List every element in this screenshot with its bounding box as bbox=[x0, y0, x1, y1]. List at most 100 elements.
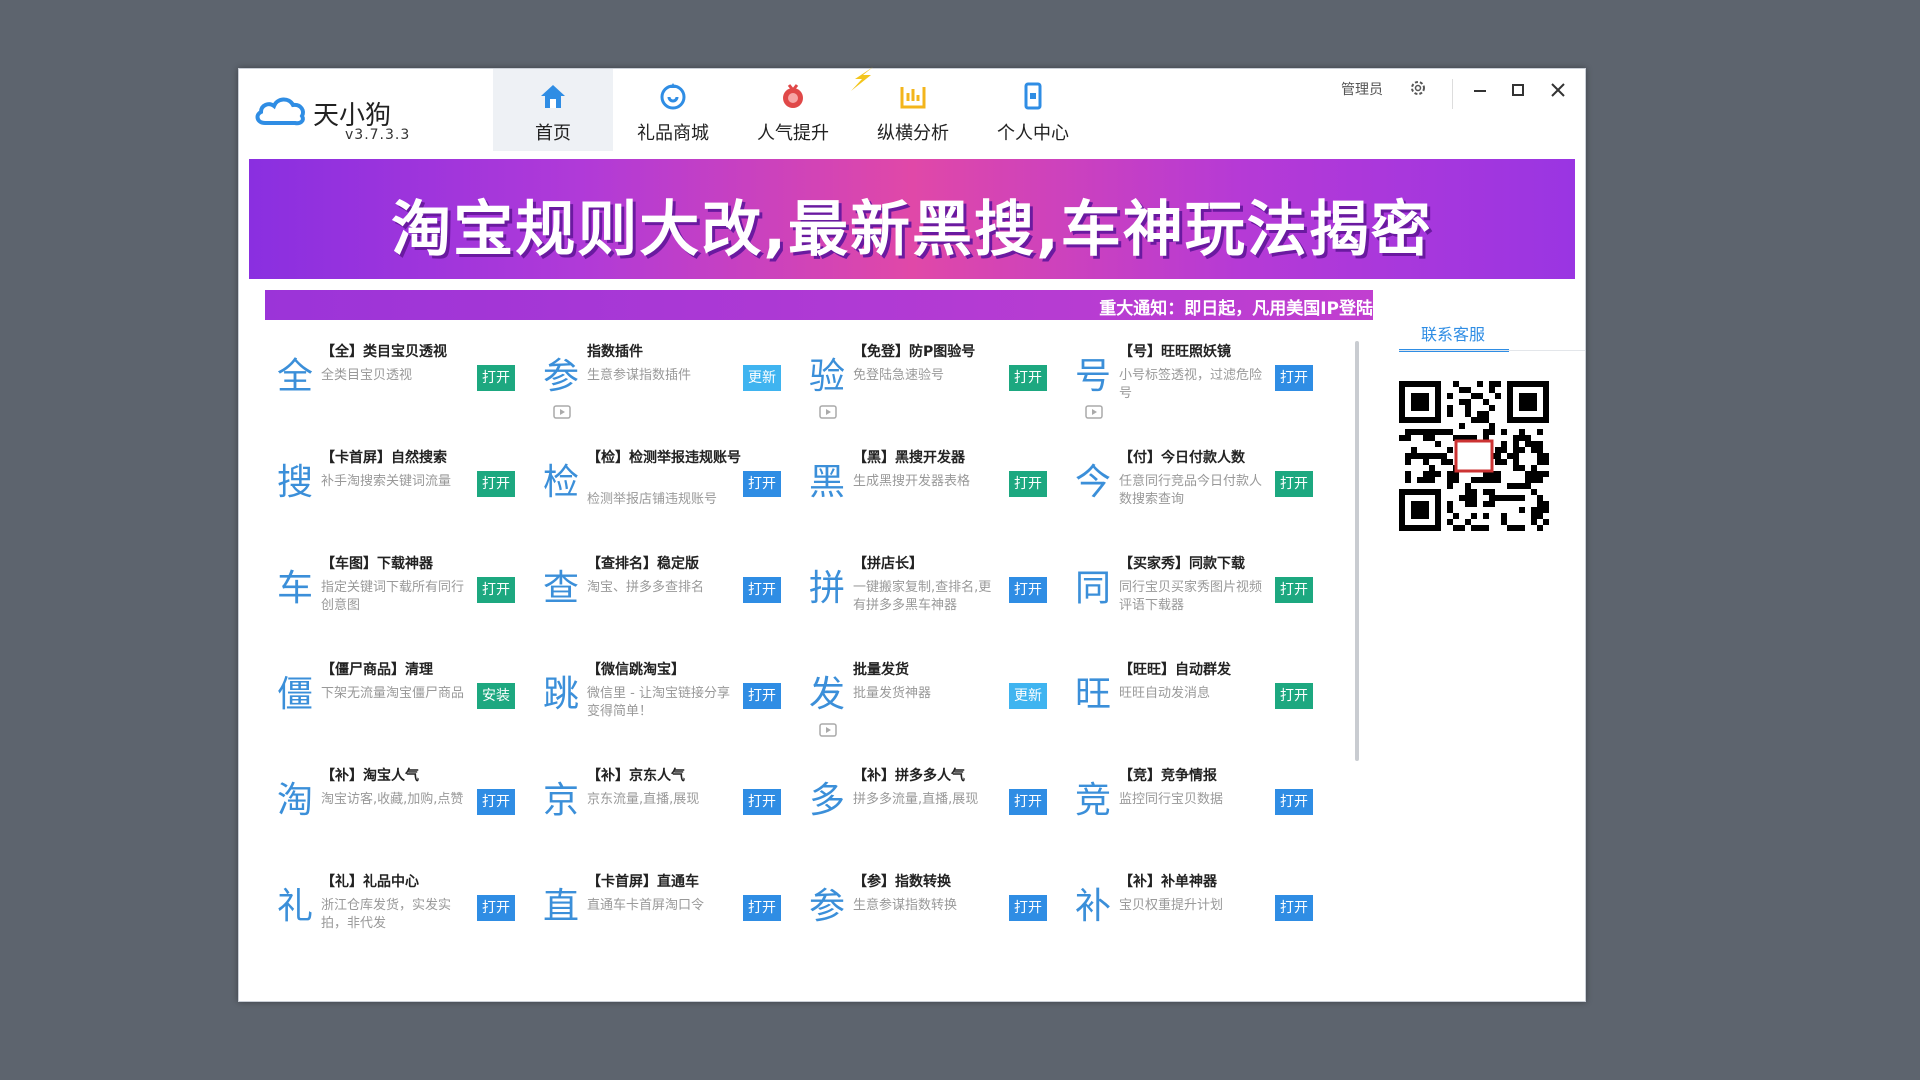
nav-personal-center[interactable]: 个人中心 bbox=[973, 69, 1093, 151]
tool-grid: 全【全】类目宝贝透视 全类目宝贝透视 打开参指数插件 生意参谋指数插件 更新验【免登】防… bbox=[265, 333, 1373, 951]
tool-description: 生意参谋指数转换 bbox=[853, 898, 958, 913]
nav-home[interactable]: 首页 bbox=[493, 69, 613, 151]
tool-action-button[interactable]: 打开 bbox=[743, 789, 781, 815]
tool-title: 【礼】礼品中心 bbox=[321, 874, 419, 890]
tool-action-button[interactable]: 打开 bbox=[743, 577, 781, 603]
tool-glyph: 淘 bbox=[277, 780, 314, 821]
tool-action-button[interactable]: 打开 bbox=[477, 471, 515, 497]
tool-card: 竞【竞】竞争情报 监控同行宝贝数据 打开 bbox=[1063, 757, 1327, 857]
close-button[interactable] bbox=[1547, 81, 1569, 103]
tool-title: 【黑】黑搜开发器 bbox=[853, 450, 965, 466]
tool-action-button[interactable]: 打开 bbox=[743, 471, 781, 497]
tool-card: 补【补】补单神器 宝贝权重提升计划 打开 bbox=[1063, 863, 1327, 951]
tool-description: 宝贝权重提升计划 bbox=[1119, 898, 1224, 913]
tool-action-button[interactable]: 打开 bbox=[1009, 895, 1047, 921]
scrollbar[interactable] bbox=[1355, 341, 1359, 761]
qr-code bbox=[1399, 381, 1549, 531]
tool-title: 【僵尸商品】清理 bbox=[321, 662, 433, 678]
tool-description: 全类目宝贝透视 bbox=[321, 368, 413, 383]
tool-action-button[interactable]: 打开 bbox=[1275, 683, 1313, 709]
tool-card: 检【检】检测举报违规账号 检测举报店铺违规账号 打开 bbox=[531, 439, 795, 539]
nav-label: 首页 bbox=[535, 123, 571, 144]
video-icon[interactable] bbox=[819, 723, 837, 737]
tool-title: 【车图】下载神器 bbox=[321, 556, 433, 572]
tool-glyph: 僵 bbox=[277, 674, 314, 715]
tool-glyph: 直 bbox=[543, 886, 580, 927]
tool-glyph: 查 bbox=[543, 568, 580, 609]
tool-title: 【补】京东人气 bbox=[587, 768, 685, 784]
video-icon[interactable] bbox=[1085, 405, 1103, 419]
tool-action-button[interactable]: 打开 bbox=[477, 577, 515, 603]
tool-description: 指定关键词下载所有同行创意图 bbox=[321, 580, 465, 613]
tool-glyph: 车 bbox=[277, 568, 314, 609]
tool-action-button[interactable]: 打开 bbox=[1275, 895, 1313, 921]
tool-description: 旺旺自动发消息 bbox=[1119, 686, 1211, 701]
minimize-button[interactable] bbox=[1469, 81, 1491, 103]
tool-action-button[interactable]: 打开 bbox=[743, 683, 781, 709]
tool-action-button[interactable]: 打开 bbox=[1009, 789, 1047, 815]
admin-label[interactable]: 管理员 bbox=[1341, 79, 1383, 99]
nav-popularity[interactable]: 人气提升 bbox=[733, 69, 853, 151]
tool-title: 【拼店长】 bbox=[853, 556, 923, 572]
tool-glyph: 检 bbox=[543, 462, 580, 503]
tool-card: 参指数插件 生意参谋指数插件 更新 bbox=[531, 333, 795, 433]
tool-card: 礼【礼】礼品中心 浙江仓库发货，实发实拍，非代发 打开 bbox=[265, 863, 529, 951]
tool-glyph: 参 bbox=[809, 886, 846, 927]
tool-action-button[interactable]: 打开 bbox=[1009, 365, 1047, 391]
header: 天小狗 v3.7.3.3 首页 礼品商城 人气提升 纵横分析 个人中心 管理员 bbox=[239, 67, 1585, 159]
tool-card: 参【参】指数转换 生意参谋指数转换 打开 bbox=[797, 863, 1061, 951]
tool-glyph: 搜 bbox=[277, 462, 314, 503]
tool-title: 【补】淘宝人气 bbox=[321, 768, 419, 784]
tool-action-button[interactable]: 打开 bbox=[1275, 789, 1313, 815]
tool-action-button[interactable]: 打开 bbox=[743, 895, 781, 921]
nav-analysis[interactable]: 纵横分析 bbox=[851, 67, 973, 151]
tool-title: 【参】指数转换 bbox=[853, 874, 951, 890]
tool-card: 僵【僵尸商品】清理下架无流量淘宝僵尸商品 安装 bbox=[265, 651, 529, 751]
tool-card: 验【免登】防P图验号 免登陆急速验号 打开 bbox=[797, 333, 1061, 433]
promo-banner[interactable]: 淘宝规则大改,最新黑搜,车神玩法揭密 bbox=[249, 159, 1575, 279]
tool-description: 京东流量,直播,展现 bbox=[587, 792, 700, 807]
tool-description: 下架无流量淘宝僵尸商品 bbox=[321, 686, 465, 701]
tool-card: 京【补】京东人气 京东流量,直播,展现 打开 bbox=[531, 757, 795, 857]
tool-action-button[interactable]: 更新 bbox=[743, 365, 781, 391]
minimize-icon bbox=[1474, 90, 1486, 92]
tool-glyph: 参 bbox=[543, 356, 580, 397]
nav-gift-mall[interactable]: 礼品商城 bbox=[613, 69, 733, 151]
nav-label: 人气提升 bbox=[757, 123, 829, 144]
tool-description: 监控同行宝贝数据 bbox=[1119, 792, 1224, 807]
tool-action-button[interactable]: 打开 bbox=[477, 895, 515, 921]
tool-description: 生成黑搜开发器表格 bbox=[853, 474, 971, 489]
tool-description: 拼多多流量,直播,展现 bbox=[853, 792, 979, 807]
tool-card: 直【卡首屏】直通车 直通车卡首屏淘口令 打开 bbox=[531, 863, 795, 951]
tool-action-button[interactable]: 打开 bbox=[477, 365, 515, 391]
tool-card: 车【车图】下载神器指定关键词下载所有同行创意图 打开 bbox=[265, 545, 529, 645]
tool-action-button[interactable]: 打开 bbox=[1275, 577, 1313, 603]
tool-action-button[interactable]: 打开 bbox=[1009, 471, 1047, 497]
app-version: v3.7.3.3 bbox=[345, 127, 411, 143]
tool-title: 【检】检测举报违规账号 bbox=[587, 450, 741, 466]
tool-card: 今【付】今日付款人数 任意同行竞品今日付款人数搜索查询 打开 bbox=[1063, 439, 1327, 539]
maximize-button[interactable] bbox=[1507, 81, 1529, 103]
tool-action-button[interactable]: 更新 bbox=[1009, 683, 1047, 709]
nav-label: 纵横分析 bbox=[877, 123, 949, 144]
notice-bar: 重大通知：即日起，凡用美国IP登陆 bbox=[265, 290, 1373, 320]
video-icon[interactable] bbox=[819, 405, 837, 419]
tool-action-button[interactable]: 打开 bbox=[1009, 577, 1047, 603]
tool-action-button[interactable]: 打开 bbox=[1275, 471, 1313, 497]
tool-action-button[interactable]: 安装 bbox=[477, 683, 515, 709]
tool-description: 一键搬家复制,查排名,更有拼多多黑车神器 bbox=[853, 580, 992, 613]
tool-title: 【全】类目宝贝透视 bbox=[321, 344, 447, 360]
tool-card: 拼【拼店长】 一键搬家复制,查排名,更有拼多多黑车神器 打开 bbox=[797, 545, 1061, 645]
titlebar-divider bbox=[1452, 79, 1453, 109]
tool-glyph: 跳 bbox=[543, 674, 580, 715]
tab-contact-support[interactable]: 联系客服 bbox=[1399, 315, 1525, 352]
maximize-icon bbox=[1512, 84, 1524, 96]
tool-action-button[interactable]: 打开 bbox=[477, 789, 515, 815]
tool-title: 【补】拼多多人气 bbox=[853, 768, 965, 784]
flash-icon bbox=[851, 67, 873, 91]
gear-icon[interactable] bbox=[1409, 79, 1427, 97]
tool-action-button[interactable]: 打开 bbox=[1275, 365, 1313, 391]
notice-text: 重大通知：即日起，凡用美国IP登陆 bbox=[1099, 299, 1373, 319]
video-icon[interactable] bbox=[553, 405, 571, 419]
tool-glyph: 黑 bbox=[809, 462, 846, 503]
